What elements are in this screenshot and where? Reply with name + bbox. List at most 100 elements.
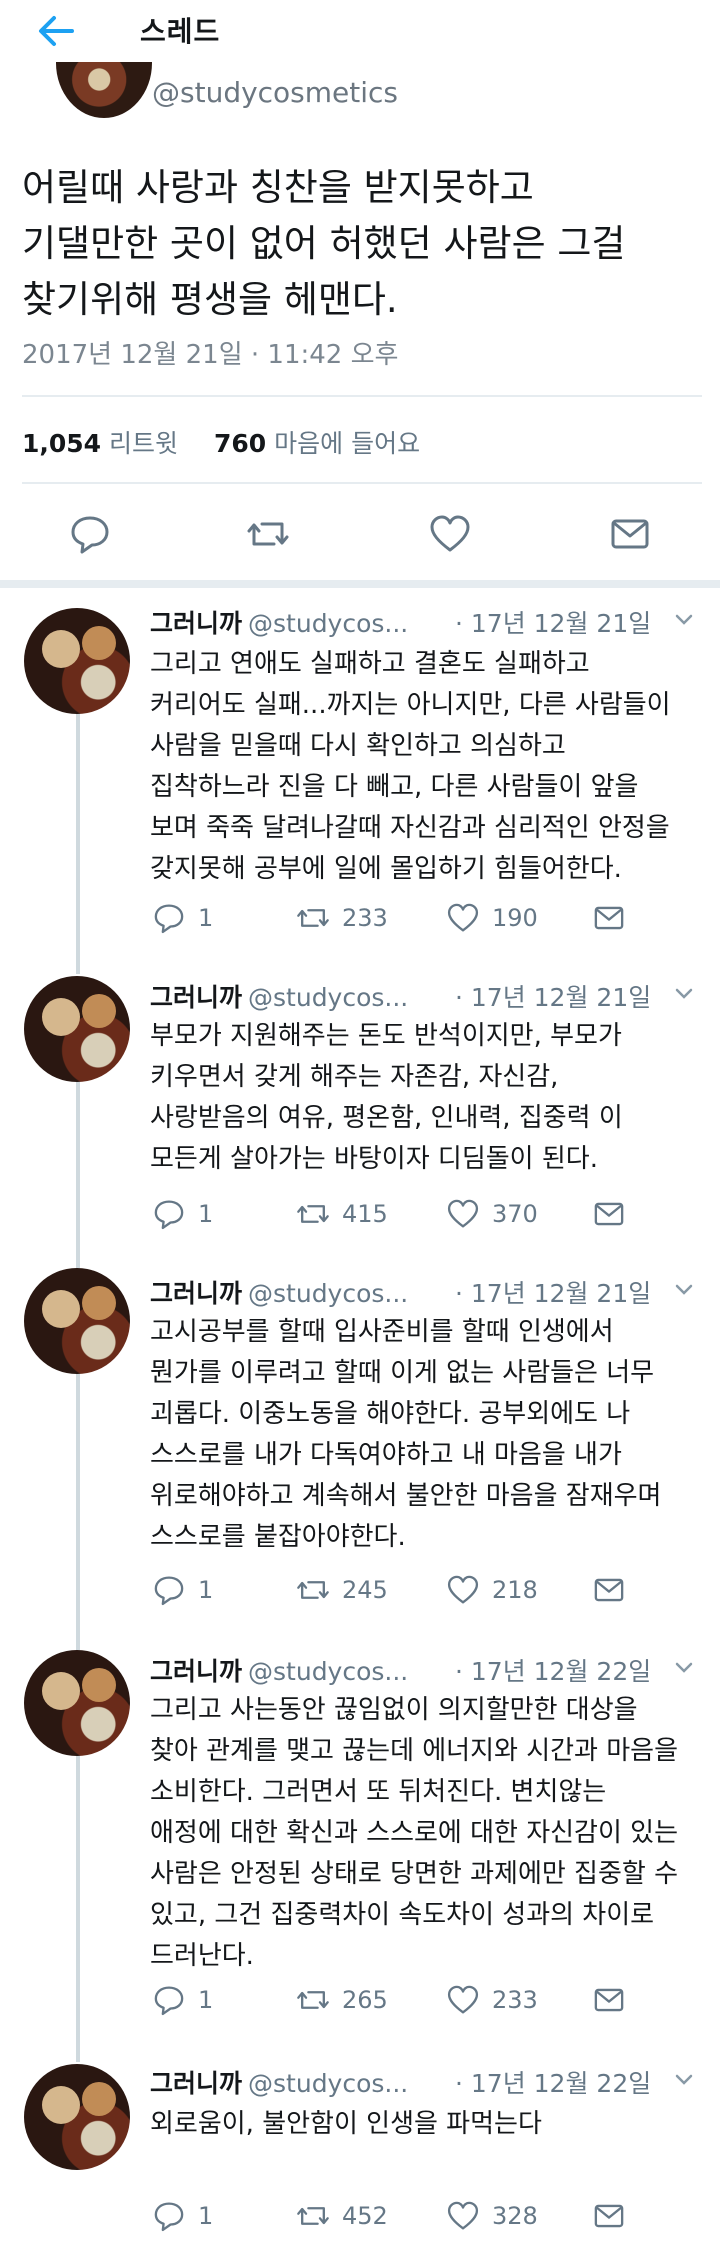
retweet-button[interactable]: 233 — [296, 898, 388, 938]
tweet-actions: 1 245 218 — [0, 1570, 720, 1610]
author-handle[interactable]: @studycos... — [248, 609, 408, 638]
reply-count: 1 — [198, 904, 214, 932]
retweet-count: 415 — [342, 1200, 388, 1228]
divider — [22, 482, 702, 484]
tweet-author: 그러니까 @studycos... — [150, 2064, 408, 2100]
tweet-text: 어릴때 사랑과 칭찬을 받지못하고 기댈만한 곳이 없어 허했던 사람은 그걸 … — [22, 160, 702, 328]
reply-tweet[interactable]: 그러니까 @studycos... · 17년 12월 21일 고시공부를 할때 … — [0, 1252, 720, 1634]
main-tweet-actions — [0, 512, 720, 562]
retweet-icon[interactable] — [246, 512, 290, 556]
chevron-down-icon[interactable] — [672, 1278, 696, 1302]
like-button[interactable]: 370 — [446, 1194, 538, 1234]
author-handle[interactable]: @studycos... — [248, 1279, 408, 1308]
reply-button[interactable]: 1 — [152, 1194, 213, 1234]
like-count: 218 — [492, 1576, 538, 1604]
retweet-button[interactable]: 415 — [296, 1194, 388, 1234]
author-name[interactable]: 그러니까 — [150, 2069, 242, 2098]
message-icon — [594, 2204, 624, 2228]
chevron-down-icon[interactable] — [672, 608, 696, 632]
chevron-down-icon[interactable] — [672, 982, 696, 1006]
message-icon[interactable] — [608, 512, 652, 556]
tweet-actions: 1 452 328 — [0, 2196, 720, 2236]
message-button[interactable] — [592, 1980, 638, 2020]
avatar[interactable] — [42, 62, 164, 122]
tweet-text-line: 외로움이, 불안함이 인생을 파먹는다 — [150, 2109, 542, 2139]
tweet-text-line: 스스로를 붙잡아야한다. — [150, 1522, 406, 1552]
reply-icon[interactable] — [68, 512, 112, 556]
tweet-text-line: 기댈만한 곳이 없어 허했던 사람은 그걸 — [22, 222, 626, 265]
tweet-text-line: 소비한다. 그러면서 또 뒤처진다. 변치않는 — [150, 1777, 607, 1807]
tweet-date[interactable]: · 17년 12월 22일 — [455, 1652, 651, 1688]
tweet-text: 그리고 연애도 실패하고 결혼도 실패하고 커리어도 실패...까지는 아니지만… — [150, 644, 710, 890]
chevron-down-icon[interactable] — [672, 2068, 696, 2092]
author-handle[interactable]: @studycosmetics — [152, 76, 398, 109]
section-separator — [0, 580, 720, 588]
retweet-count: 245 — [342, 1576, 388, 1604]
thread-line — [76, 1252, 80, 1268]
heart-icon — [447, 1575, 479, 1604]
tweet-text-line: 모든게 살아가는 바탕이자 디딤돌이 된다. — [150, 1144, 598, 1174]
retweet-icon — [297, 1581, 329, 1599]
message-button[interactable] — [592, 1194, 638, 1234]
retweet-count-label[interactable]: 리트윗 — [109, 429, 178, 458]
tweet-date[interactable]: · 17년 12월 21일 — [455, 978, 651, 1014]
retweet-icon — [297, 909, 329, 927]
message-button[interactable] — [592, 2196, 638, 2236]
heart-icon[interactable] — [428, 512, 472, 556]
author-handle[interactable]: @studycos... — [248, 983, 408, 1012]
author-name[interactable]: 그러니까 — [150, 1657, 242, 1686]
heart-icon — [447, 1199, 479, 1228]
author-name[interactable]: 그러니까 — [150, 1279, 242, 1308]
retweet-count: 265 — [342, 1986, 388, 2014]
tweet-author: 그러니까 @studycos... — [150, 1274, 408, 1310]
tweet-text: 고시공부를 할때 입사준비를 할때 인생에서 뭔가를 이루려고 할때 이게 없는… — [150, 1312, 710, 1558]
heart-icon — [447, 2201, 479, 2230]
tweet-date[interactable]: · 17년 12월 21일 — [455, 604, 651, 640]
tweet-text-line: 그리고 사는동안 끊임없이 의지할만한 대상을 — [150, 1695, 638, 1725]
author-name[interactable]: 그러니까 — [150, 983, 242, 1012]
back-arrow-icon[interactable] — [36, 14, 76, 48]
tweet-text: 부모가 지원해주는 돈도 반석이지만, 부모가 키우면서 갖게 해주는 자존감,… — [150, 1016, 710, 1180]
like-count-label[interactable]: 마음에 들어요 — [274, 429, 420, 458]
message-button[interactable] — [592, 898, 638, 938]
tweet-timestamp[interactable]: 2017년 12월 21일 · 11:42 오후 — [22, 334, 398, 371]
reply-tweet[interactable]: 그러니까 @studycos... · 17년 12월 21일 부모가 지원해주는… — [0, 960, 720, 1252]
retweet-button[interactable]: 452 — [296, 2196, 388, 2236]
reply-button[interactable]: 1 — [152, 1570, 213, 1610]
like-button[interactable]: 218 — [446, 1570, 538, 1610]
reply-icon — [154, 1576, 184, 1606]
avatar[interactable] — [24, 976, 130, 1082]
like-count: 233 — [492, 1986, 538, 2014]
retweet-icon — [297, 1991, 329, 2009]
tweet-text-line: 애정에 대한 확신과 스스로에 대한 자신감이 있는 — [150, 1818, 678, 1848]
reply-button[interactable]: 1 — [152, 1980, 213, 2020]
like-button[interactable]: 233 — [446, 1980, 538, 2020]
like-button[interactable]: 328 — [446, 2196, 538, 2236]
reply-tweet[interactable]: 그러니까 @studycos... · 17년 12월 21일 그리고 연애도 실… — [0, 588, 720, 960]
tweet-text-line: 집착하느라 진을 다 빼고, 다른 사람들이 앞을 — [150, 772, 639, 802]
avatar[interactable] — [24, 1650, 130, 1756]
message-button[interactable] — [592, 1570, 638, 1610]
author-name[interactable]: 그러니까 — [150, 609, 242, 638]
reply-button[interactable]: 1 — [152, 898, 213, 938]
reply-tweet[interactable]: 그러니까 @studycos... · 17년 12월 22일 외로움이, 불안함… — [0, 2054, 720, 2263]
avatar[interactable] — [24, 2064, 130, 2170]
like-count[interactable]: 760 — [214, 429, 266, 458]
thread-line — [76, 1634, 80, 1650]
retweet-button[interactable]: 245 — [296, 1570, 388, 1610]
retweet-count[interactable]: 1,054 — [22, 429, 101, 458]
author-handle[interactable]: @studycos... — [248, 1657, 408, 1686]
reply-button[interactable]: 1 — [152, 2196, 213, 2236]
tweet-text-line: 찾기위해 평생을 헤맨다. — [22, 278, 398, 321]
avatar[interactable] — [24, 608, 130, 714]
reply-tweet[interactable]: 그러니까 @studycos... · 17년 12월 22일 그리고 사는동안 … — [0, 1634, 720, 2054]
avatar[interactable] — [24, 1268, 130, 1374]
tweet-date[interactable]: · 17년 12월 21일 — [455, 1274, 651, 1310]
tweet-text-line: 사람을 믿을때 다시 확인하고 의심하고 — [150, 731, 566, 761]
message-icon — [594, 1202, 624, 1226]
author-handle[interactable]: @studycos... — [248, 2069, 408, 2098]
tweet-date[interactable]: · 17년 12월 22일 — [455, 2064, 651, 2100]
like-button[interactable]: 190 — [446, 898, 538, 938]
chevron-down-icon[interactable] — [672, 1656, 696, 1680]
retweet-button[interactable]: 265 — [296, 1980, 388, 2020]
